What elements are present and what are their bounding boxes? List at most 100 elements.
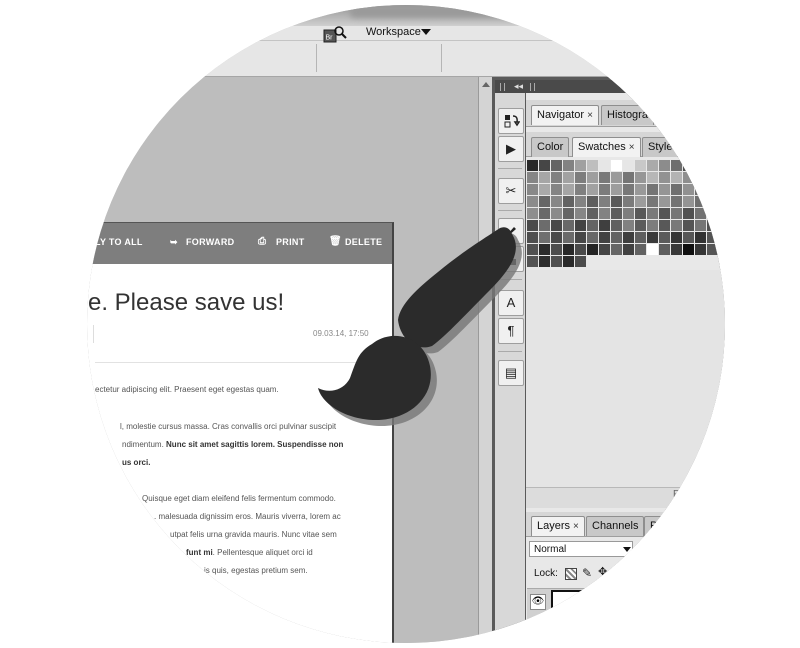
swatch[interactable] [623, 244, 634, 255]
close-icon[interactable]: × [587, 110, 593, 121]
swatch[interactable] [707, 172, 718, 183]
swatch[interactable] [539, 184, 550, 195]
swatch[interactable] [647, 184, 658, 195]
swatch[interactable] [671, 220, 682, 231]
swatch[interactable] [563, 256, 574, 267]
swatch[interactable] [635, 232, 646, 243]
tools-icon[interactable]: ✂ [498, 178, 524, 204]
swatch[interactable] [695, 244, 706, 255]
swatch[interactable] [659, 172, 670, 183]
swatch[interactable] [611, 208, 622, 219]
notes-icon[interactable]: ▤ [498, 360, 524, 386]
tab-channels[interactable]: Channels [586, 516, 645, 536]
eye-icon[interactable]: 👁 [530, 594, 546, 610]
swatch[interactable] [611, 232, 622, 243]
swatch[interactable] [587, 172, 598, 183]
swatch[interactable] [527, 244, 538, 255]
swatch[interactable] [647, 160, 658, 171]
swatch[interactable] [599, 196, 610, 207]
swatch[interactable] [539, 232, 550, 243]
swatch[interactable] [707, 244, 718, 255]
swatch[interactable] [527, 256, 538, 267]
swatch[interactable] [611, 220, 622, 231]
swatch[interactable] [683, 232, 694, 243]
swatch[interactable] [599, 232, 610, 243]
swatch[interactable] [671, 208, 682, 219]
swatch[interactable] [635, 196, 646, 207]
swatch[interactable] [695, 232, 706, 243]
swatch[interactable] [551, 160, 562, 171]
swatch[interactable] [683, 172, 694, 183]
swatch[interactable] [551, 244, 562, 255]
swatch[interactable] [539, 196, 550, 207]
swatch[interactable] [683, 196, 694, 207]
swatch[interactable] [563, 232, 574, 243]
swatch[interactable] [551, 232, 562, 243]
swatch[interactable] [695, 184, 706, 195]
swatch[interactable] [575, 208, 586, 219]
grip-icon[interactable] [500, 83, 501, 91]
swatch[interactable] [623, 184, 634, 195]
swatch[interactable] [599, 172, 610, 183]
swatch[interactable] [539, 244, 550, 255]
swatch[interactable] [671, 244, 682, 255]
swatch[interactable] [659, 184, 670, 195]
lock-transparent-icon[interactable] [565, 568, 577, 580]
tab-color[interactable]: Color [531, 137, 570, 157]
close-icon[interactable]: × [573, 521, 579, 532]
swatch[interactable] [539, 256, 550, 267]
swatch[interactable] [683, 184, 694, 195]
swatch[interactable] [599, 160, 610, 171]
swatch[interactable] [539, 208, 550, 219]
swatch[interactable] [707, 184, 718, 195]
character-icon[interactable]: A [498, 290, 524, 316]
swatch[interactable] [575, 220, 586, 231]
history-brush-icon[interactable] [498, 108, 524, 134]
swatch[interactable] [587, 208, 598, 219]
swatch[interactable] [527, 172, 538, 183]
swatch[interactable] [587, 232, 598, 243]
tab-layers[interactable]: Layers × [531, 516, 585, 536]
swatch[interactable] [659, 232, 670, 243]
swatch[interactable] [683, 220, 694, 231]
swatch[interactable] [707, 160, 718, 171]
swatch[interactable] [635, 184, 646, 195]
swatch[interactable] [695, 172, 706, 183]
swatch[interactable] [563, 172, 574, 183]
swatch[interactable] [635, 160, 646, 171]
swatch[interactable] [563, 184, 574, 195]
swatch[interactable] [563, 220, 574, 231]
clone-source-icon[interactable] [498, 246, 524, 272]
swatch[interactable] [659, 208, 670, 219]
close-icon[interactable]: × [629, 142, 635, 153]
swatch[interactable] [599, 244, 610, 255]
swatch[interactable] [647, 220, 658, 231]
swatch[interactable] [695, 196, 706, 207]
bridge-search-icon[interactable]: Br [323, 25, 347, 45]
collapse-icon[interactable]: ◂◂ [514, 81, 523, 92]
swatch[interactable] [671, 172, 682, 183]
workspace-menu[interactable]: Workspace [366, 26, 421, 38]
swatch[interactable] [635, 220, 646, 231]
swatch-grid[interactable] [527, 160, 719, 268]
swatch[interactable] [551, 256, 562, 267]
swatch[interactable] [551, 172, 562, 183]
swatch[interactable] [659, 244, 670, 255]
swatch[interactable] [527, 160, 538, 171]
swatch[interactable] [671, 232, 682, 243]
swatch[interactable] [623, 196, 634, 207]
swatch[interactable] [599, 208, 610, 219]
swatch[interactable] [527, 208, 538, 219]
swatch[interactable] [623, 208, 634, 219]
swatch[interactable] [563, 244, 574, 255]
swatch[interactable] [623, 220, 634, 231]
swatch[interactable] [551, 208, 562, 219]
swatch[interactable] [659, 220, 670, 231]
swatch[interactable] [575, 256, 586, 267]
swatch[interactable] [647, 232, 658, 243]
swatch[interactable] [599, 220, 610, 231]
swatch[interactable] [587, 244, 598, 255]
swatch[interactable] [575, 232, 586, 243]
swatch[interactable] [671, 184, 682, 195]
swatch[interactable] [695, 160, 706, 171]
